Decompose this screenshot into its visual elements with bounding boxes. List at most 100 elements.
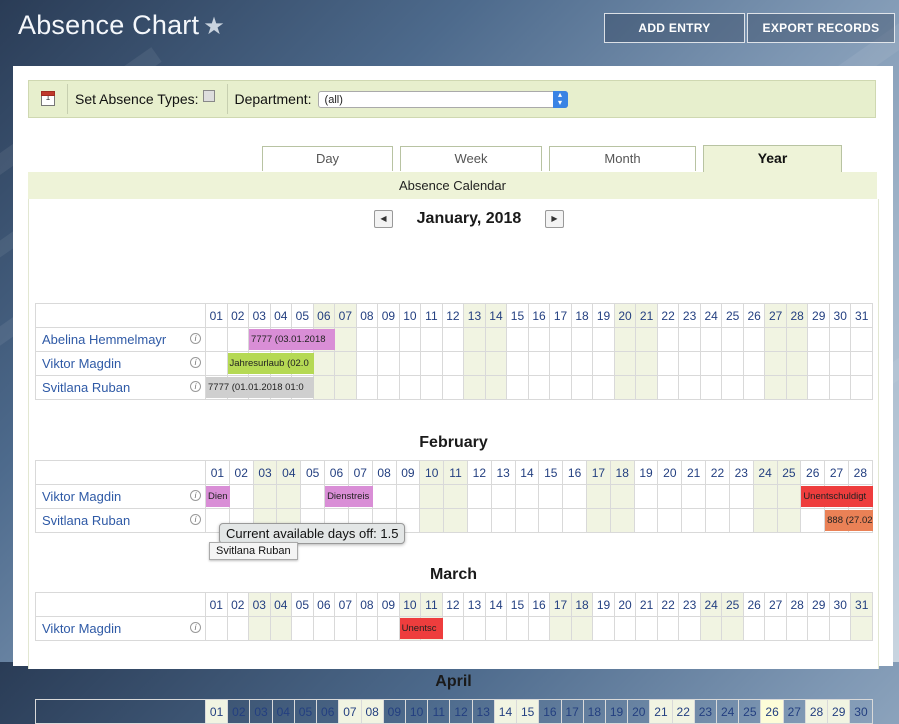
- add-entry-button[interactable]: ADD ENTRY: [604, 13, 745, 43]
- day-header[interactable]: 01: [205, 592, 228, 617]
- employee-name-link[interactable]: Viktor Magdin: [42, 621, 121, 636]
- day-header[interactable]: 28: [847, 460, 873, 485]
- day-header[interactable]: 24: [752, 460, 778, 485]
- day-cell[interactable]: [334, 616, 357, 641]
- day-cell[interactable]: [592, 375, 615, 400]
- day-header[interactable]: 17: [586, 460, 611, 485]
- day-cell[interactable]: [764, 616, 787, 641]
- day-cell[interactable]: Jahresurlaub (02.0: [226, 351, 314, 376]
- absence-entry[interactable]: Dien: [206, 486, 230, 507]
- day-header[interactable]: 16: [527, 592, 551, 617]
- day-cell[interactable]: [613, 375, 637, 400]
- day-cell[interactable]: [678, 375, 701, 400]
- day-cell[interactable]: [395, 484, 421, 509]
- day-header[interactable]: 02: [227, 699, 251, 724]
- day-header[interactable]: 31: [850, 592, 873, 617]
- day-header[interactable]: 26: [800, 460, 826, 485]
- day-cell[interactable]: [355, 327, 379, 352]
- day-cell[interactable]: [441, 327, 465, 352]
- day-header[interactable]: 27: [764, 303, 787, 328]
- day-cell[interactable]: [721, 375, 744, 400]
- day-header[interactable]: 10: [404, 699, 429, 724]
- day-cell[interactable]: [570, 375, 594, 400]
- day-header[interactable]: 10: [419, 460, 445, 485]
- day-header[interactable]: 15: [516, 699, 540, 724]
- day-cell[interactable]: [334, 375, 357, 400]
- day-cell[interactable]: [681, 508, 707, 533]
- day-cell[interactable]: [312, 375, 336, 400]
- day-cell[interactable]: [419, 484, 445, 509]
- day-header[interactable]: 11: [443, 460, 468, 485]
- day-header[interactable]: 18: [582, 699, 606, 724]
- absence-entry[interactable]: Unentsc: [399, 618, 443, 639]
- day-cell[interactable]: [549, 351, 572, 376]
- absence-entry[interactable]: 7777 (01.01.2018 01:0: [206, 377, 314, 398]
- day-cell[interactable]: 7777 (03.01.2018: [248, 327, 336, 352]
- day-header[interactable]: 06: [316, 699, 340, 724]
- day-header[interactable]: 24: [716, 699, 740, 724]
- day-cell[interactable]: [728, 508, 754, 533]
- day-cell[interactable]: [248, 616, 271, 641]
- day-header[interactable]: 13: [471, 699, 495, 724]
- info-icon[interactable]: i: [190, 333, 201, 344]
- absence-entry[interactable]: Unentschuldigt: [801, 486, 873, 507]
- day-header[interactable]: 08: [355, 303, 379, 328]
- day-header[interactable]: 08: [360, 699, 384, 724]
- day-header[interactable]: 14: [514, 460, 540, 485]
- employee-name-link[interactable]: Svitlana Ruban: [42, 380, 130, 395]
- previous-month-button[interactable]: ◀: [374, 210, 393, 228]
- day-cell[interactable]: [441, 616, 465, 641]
- day-cell[interactable]: [506, 351, 529, 376]
- day-cell[interactable]: [334, 327, 357, 352]
- day-header[interactable]: 09: [395, 460, 421, 485]
- day-cell[interactable]: [828, 375, 852, 400]
- day-header[interactable]: 01: [205, 303, 228, 328]
- info-icon[interactable]: i: [190, 357, 201, 368]
- day-header[interactable]: 20: [627, 699, 651, 724]
- day-cell[interactable]: [463, 616, 486, 641]
- day-cell[interactable]: [466, 508, 492, 533]
- day-cell[interactable]: Dien: [205, 484, 230, 509]
- day-cell[interactable]: [657, 484, 683, 509]
- absence-entry[interactable]: 888 (27.02: [825, 510, 873, 531]
- day-header[interactable]: 13: [463, 303, 486, 328]
- day-cell[interactable]: [463, 327, 486, 352]
- day-cell[interactable]: [592, 616, 615, 641]
- day-cell[interactable]: [205, 616, 228, 641]
- day-header[interactable]: 09: [377, 303, 400, 328]
- day-cell[interactable]: [807, 351, 830, 376]
- day-cell[interactable]: [334, 351, 357, 376]
- day-cell[interactable]: 7777 (01.01.2018 01:0: [205, 375, 314, 400]
- day-cell[interactable]: [785, 375, 809, 400]
- day-cell[interactable]: [850, 375, 873, 400]
- day-cell[interactable]: [635, 327, 658, 352]
- day-cell[interactable]: [613, 616, 637, 641]
- day-cell[interactable]: [828, 616, 852, 641]
- day-header[interactable]: 19: [592, 303, 615, 328]
- day-header[interactable]: 19: [592, 592, 615, 617]
- day-header[interactable]: 28: [804, 699, 829, 724]
- day-cell[interactable]: [562, 508, 587, 533]
- day-header[interactable]: 10: [398, 592, 422, 617]
- day-cell[interactable]: [785, 616, 809, 641]
- day-header[interactable]: 19: [633, 460, 659, 485]
- day-header[interactable]: 05: [293, 699, 318, 724]
- day-header[interactable]: 24: [699, 303, 723, 328]
- favorite-star-icon[interactable]: ★: [203, 13, 225, 40]
- day-header[interactable]: 21: [635, 592, 658, 617]
- day-header[interactable]: 16: [527, 303, 551, 328]
- day-cell[interactable]: [699, 351, 723, 376]
- day-cell[interactable]: [443, 484, 468, 509]
- day-header[interactable]: 23: [678, 592, 701, 617]
- day-cell[interactable]: [828, 351, 852, 376]
- day-header[interactable]: 23: [728, 460, 754, 485]
- day-cell[interactable]: [420, 327, 443, 352]
- day-cell[interactable]: [205, 351, 228, 376]
- day-cell[interactable]: [398, 327, 422, 352]
- day-cell[interactable]: [721, 616, 744, 641]
- day-header[interactable]: 06: [312, 592, 336, 617]
- day-header[interactable]: 01: [204, 699, 229, 724]
- tab-month[interactable]: Month: [549, 146, 696, 171]
- day-cell[interactable]: [800, 508, 826, 533]
- day-header[interactable]: 23: [693, 699, 718, 724]
